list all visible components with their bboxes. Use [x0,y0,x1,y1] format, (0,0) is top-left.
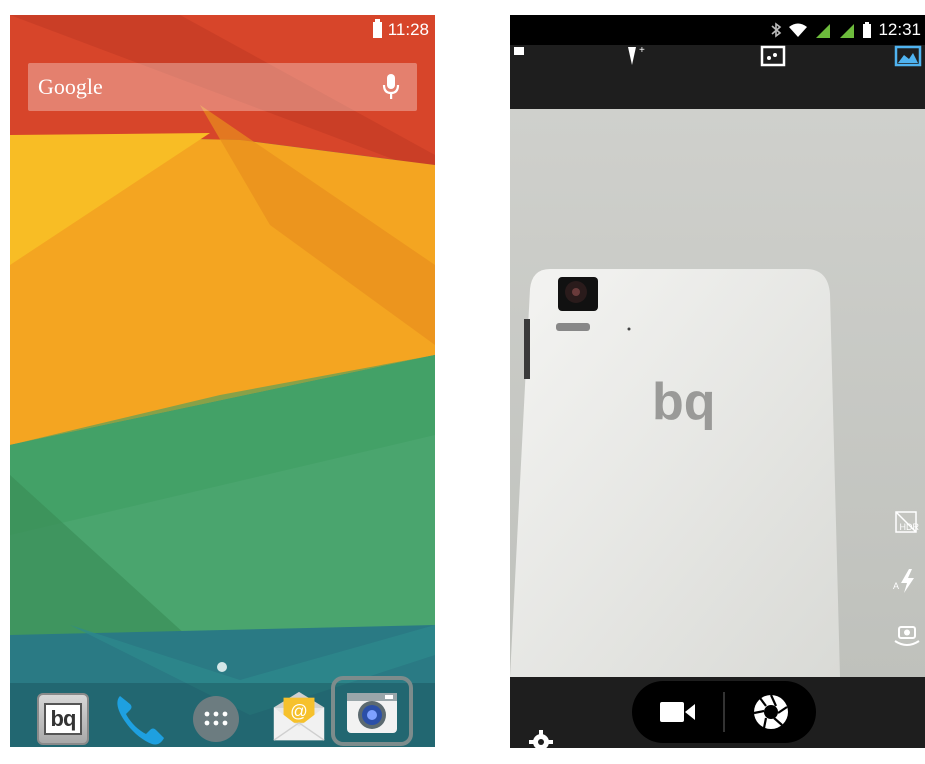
phone-app-icon[interactable] [112,690,170,748]
phone-icon [117,696,164,745]
video-record-button[interactable] [632,681,723,743]
svg-text:+: + [639,45,645,56]
google-logo: Google [38,74,103,99]
camera-screen: 12:31 + bq HDR A [510,15,925,748]
video-camera-icon [659,702,695,722]
email-icon: @ [273,691,325,741]
status-time: 12:31 [878,20,921,39]
photo-mode-icon[interactable] [894,45,922,67]
hdr-label: HDR [899,522,920,532]
app-grid-icon [204,711,228,726]
camera-icon [347,693,397,733]
camera-mode-bar: + [510,45,925,109]
app-drawer-button[interactable] [187,690,245,748]
settings-gear-icon[interactable] [528,729,554,748]
capture-controls [632,681,816,743]
microphone-icon[interactable] [381,72,401,102]
wifi-icon [789,23,808,37]
status-time: 11:28 [387,20,429,39]
svg-text:@: @ [290,701,308,721]
bq-app-label: bq [44,703,82,735]
wallpaper [10,15,435,747]
status-bar: 11:28 [372,19,429,40]
shutter-aperture-icon [753,694,788,729]
battery-icon [372,19,382,38]
google-search-bar[interactable]: Google [28,63,417,111]
page-indicator [217,662,227,672]
beauty-mode-icon[interactable]: + [624,45,648,67]
scene-mode-icon[interactable] [512,45,526,59]
camera-app-icon[interactable] [343,683,401,741]
bq-app-icon[interactable]: bq [34,690,92,748]
camera-controls-bar [510,677,925,748]
signal-icon-2 [840,24,855,38]
camera-viewfinder[interactable]: bq [510,109,925,677]
shutter-button[interactable] [725,681,816,743]
signal-icon [816,24,831,38]
email-app-icon[interactable]: @ [270,688,328,746]
device-logo: bq [652,373,716,431]
switch-camera-icon[interactable] [893,621,921,649]
battery-icon [863,22,872,38]
status-bar: 12:31 [510,15,925,45]
bluetooth-icon [771,22,782,38]
home-screen: 11:28 Google [10,15,435,747]
flash-auto-label: A [892,581,899,591]
viewfinder-image: bq [510,109,925,677]
panorama-mode-icon[interactable] [760,45,786,67]
